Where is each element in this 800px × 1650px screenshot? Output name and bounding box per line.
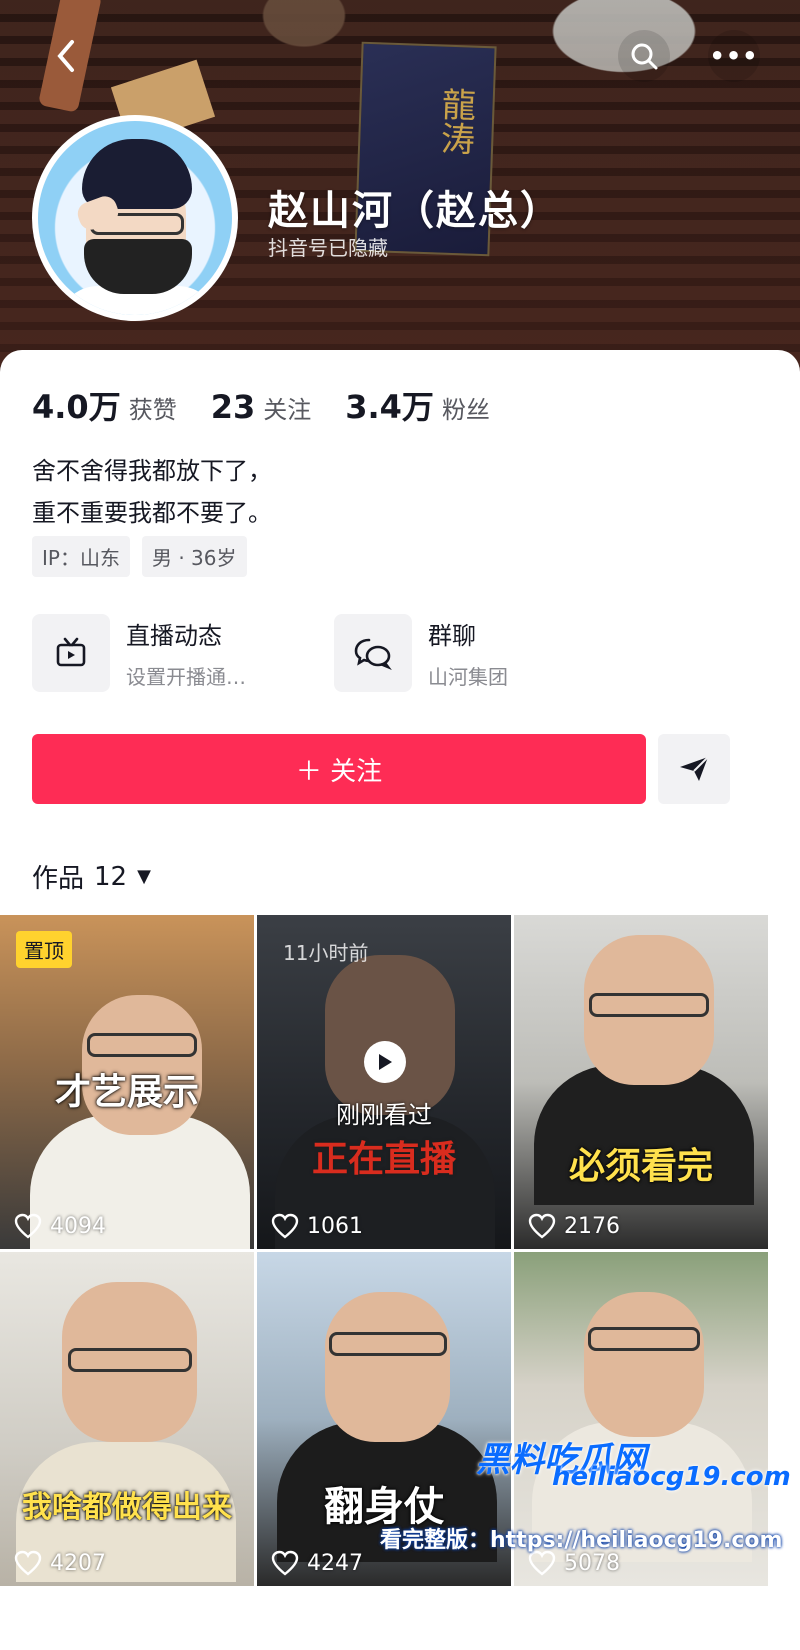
stat-label: 获赞	[128, 396, 177, 424]
avatar[interactable]	[32, 115, 238, 321]
more-dots-icon: •••	[709, 42, 759, 70]
video-caption: 才艺展示	[54, 1072, 199, 1113]
feature-row: 直播动态 设置开播通… 群聊 山河集团	[32, 614, 636, 692]
heart-icon	[271, 1550, 299, 1576]
stat-followers[interactable]: 3.4万 粉丝	[345, 382, 490, 428]
heart-icon	[14, 1213, 42, 1239]
bio-line: 舍不舍得我都放下了，	[32, 457, 272, 485]
feature-title: 群聊	[428, 622, 476, 650]
tv-icon	[32, 614, 110, 692]
watermark-domain: heiliaocg19.com	[552, 1462, 791, 1492]
stat-value: 23	[210, 388, 256, 426]
gender-age-tag: 男 · 36岁	[141, 536, 247, 577]
search-button[interactable]	[618, 30, 670, 82]
likes-count: 5078	[564, 1550, 620, 1576]
send-icon	[680, 756, 709, 781]
likes-count: 4094	[50, 1213, 106, 1239]
pinned-badge: 置顶	[16, 931, 72, 968]
stat-likes[interactable]: 4.0万 获赞	[32, 382, 177, 428]
ip-tag: IP：山东	[32, 536, 130, 577]
group-chat-entry[interactable]: 群聊 山河集团	[334, 614, 636, 692]
back-button[interactable]	[40, 30, 92, 82]
works-label: 作品	[32, 864, 85, 894]
video-caption: 我啥都做得出来	[22, 1490, 232, 1525]
heart-icon	[528, 1213, 556, 1239]
feature-title: 直播动态	[126, 622, 222, 650]
stat-value: 3.4万	[345, 388, 434, 426]
stats-row: 4.0万 获赞 23 关注 3.4万 粉丝	[32, 382, 524, 428]
heart-icon	[14, 1550, 42, 1576]
search-icon	[631, 43, 658, 70]
feature-subtitle: 设置开播通…	[126, 665, 246, 689]
play-icon	[364, 1041, 406, 1083]
likes-count: 4247	[307, 1550, 363, 1576]
video-caption: 正在直播	[311, 1139, 456, 1180]
video-tile[interactable]: 我啥都做得出来 4207	[0, 1252, 254, 1586]
video-likes: 4247	[271, 1550, 363, 1576]
likes-count: 1061	[307, 1213, 363, 1239]
bio: 舍不舍得我都放下了， 重不重要我都不要了。	[32, 450, 272, 534]
watermark-link: 看完整版：https://heiliaocg19.com	[380, 1528, 783, 1553]
video-likes: 2176	[528, 1213, 620, 1239]
profile-name: 赵山河（赵总）	[268, 188, 562, 234]
video-caption: 必须看完	[568, 1146, 713, 1187]
bio-line: 重不重要我都不要了。	[32, 499, 272, 527]
chat-bubbles-icon	[334, 614, 412, 692]
video-likes: 1061	[271, 1213, 363, 1239]
profile-subname: 抖音号已隐藏	[268, 236, 388, 260]
feature-subtitle: 山河集团	[428, 665, 508, 689]
stat-following[interactable]: 23 关注	[211, 388, 312, 426]
works-count: 12	[94, 861, 128, 892]
likes-count: 4207	[50, 1550, 106, 1576]
video-likes: 4094	[14, 1213, 106, 1239]
stat-label: 关注	[263, 396, 312, 424]
chevron-left-icon	[57, 40, 74, 72]
profile-card: 4.0万 获赞 23 关注 3.4万 粉丝 舍不舍得我都放下了， 重不重要我都不…	[0, 350, 800, 1650]
share-button[interactable]	[658, 734, 730, 804]
heart-icon	[271, 1213, 299, 1239]
video-likes: 4207	[14, 1550, 106, 1576]
video-tile[interactable]: 置顶 才艺展示 4094	[0, 915, 254, 1249]
works-tab[interactable]: 作品 12 ▼	[32, 858, 151, 895]
video-tile[interactable]: 必须看完 2176	[514, 915, 768, 1249]
stat-value: 4.0万	[32, 388, 121, 426]
profile-tags: IP：山东 男 · 36岁	[32, 536, 259, 577]
more-button[interactable]: •••	[708, 30, 760, 82]
stat-label: 粉丝	[441, 396, 490, 424]
live-updates-entry[interactable]: 直播动态 设置开播通…	[32, 614, 334, 692]
video-tile[interactable]: 11小时前 刚刚看过 正在直播 1061	[257, 915, 511, 1249]
follow-button[interactable]: ＋ 关注	[32, 734, 646, 804]
recently-watched-label: 刚刚看过	[336, 1101, 432, 1129]
likes-count: 2176	[564, 1213, 620, 1239]
time-ago: 11小时前	[283, 941, 369, 965]
caret-down-icon: ▼	[137, 866, 151, 887]
